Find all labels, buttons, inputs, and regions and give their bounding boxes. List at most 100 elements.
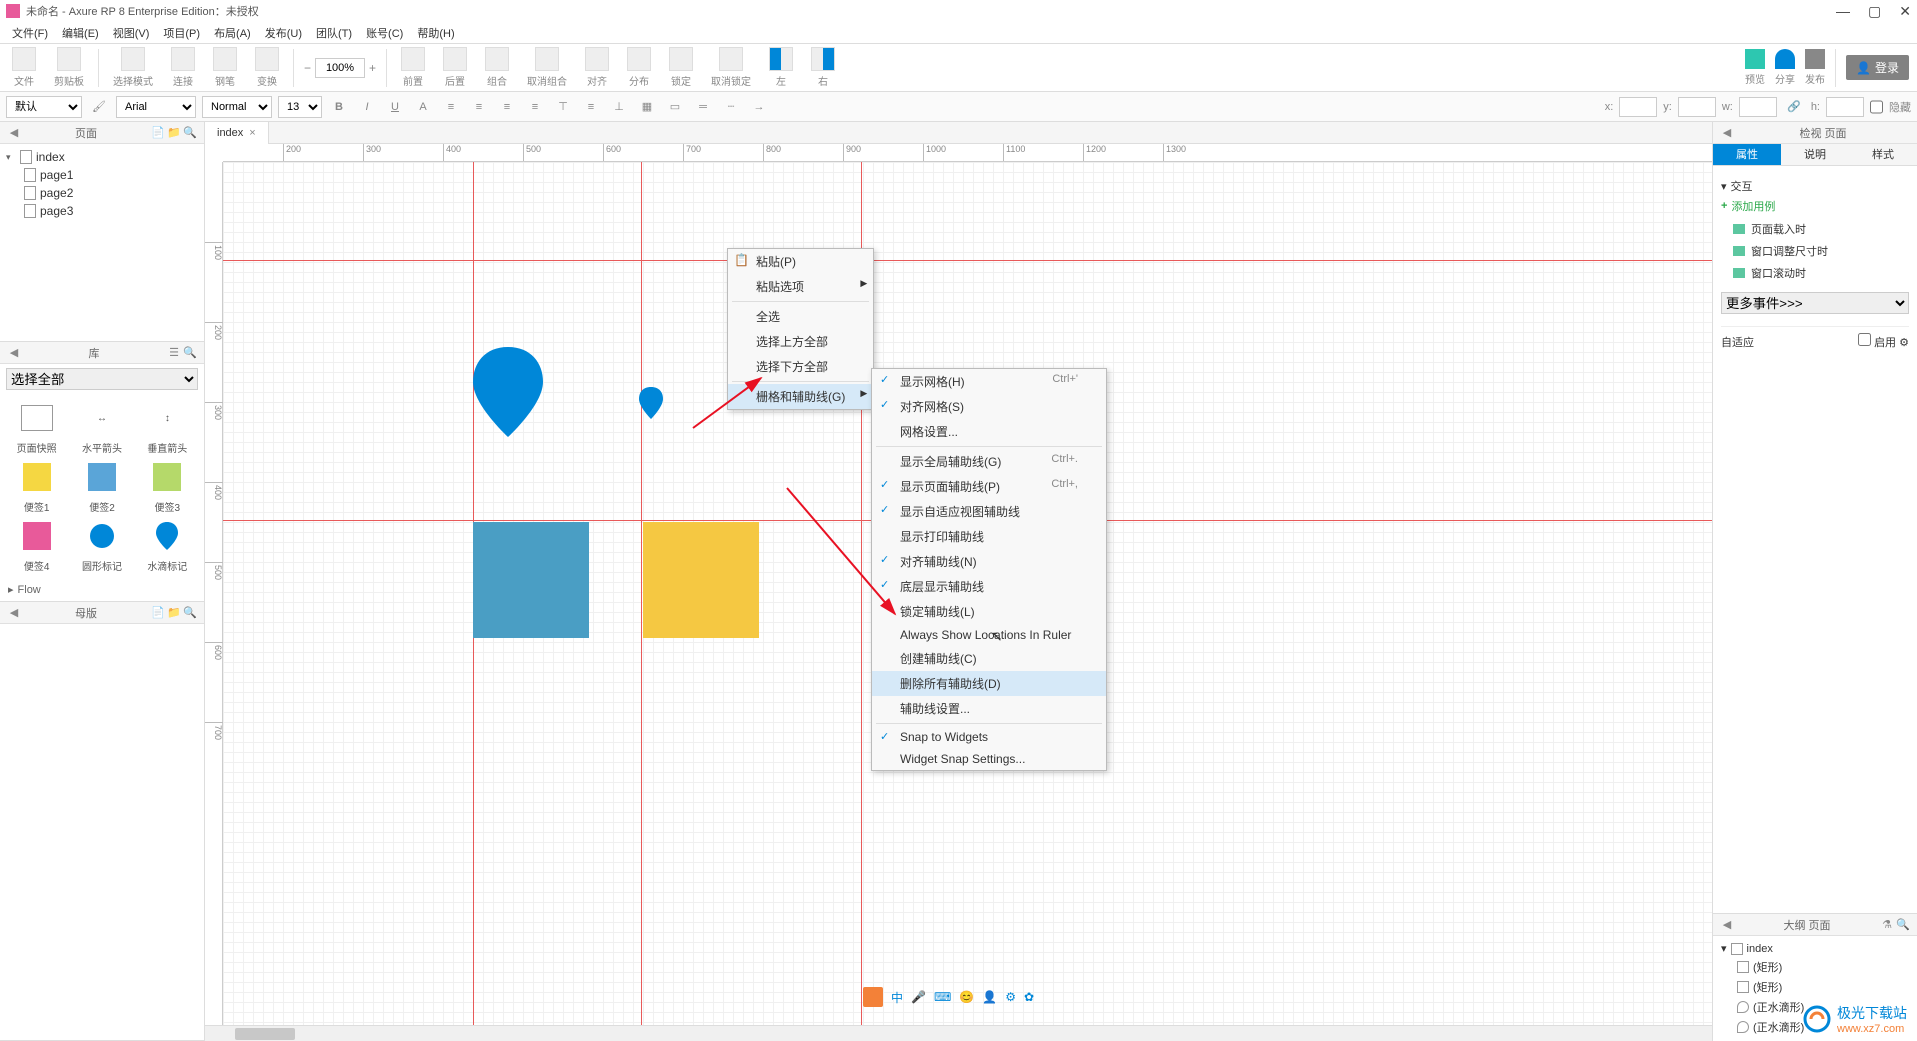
tool-left[interactable]: 左 [765, 47, 797, 88]
menu-item[interactable]: 创建辅助线(C) [872, 646, 1106, 671]
zoom-control[interactable]: − + [304, 58, 376, 78]
more-events-select[interactable]: 更多事件>>> [1721, 292, 1909, 314]
menu-item[interactable]: 选择下方全部 [728, 354, 873, 379]
menu-view[interactable]: 视图(V) [107, 23, 156, 43]
underline-button[interactable]: U [384, 96, 406, 118]
collapse-icon[interactable]: ◀ [6, 345, 22, 361]
collapse-icon[interactable]: ◀ [6, 605, 22, 621]
italic-button[interactable]: I [356, 96, 378, 118]
guide-vertical[interactable] [641, 162, 642, 1025]
menu-layout[interactable]: 布局(A) [208, 23, 257, 43]
library-menu-icon[interactable]: ☰ [166, 345, 182, 361]
hidden-checkbox[interactable] [1870, 96, 1883, 118]
close-button[interactable]: ✕ [1899, 3, 1911, 20]
preview-button[interactable]: 预览 [1745, 49, 1765, 86]
water-drop-shape[interactable] [473, 347, 543, 437]
font-family-select[interactable]: Arial [116, 96, 196, 118]
search-icon[interactable]: 🔍 [1895, 917, 1911, 933]
lib-sticky2[interactable]: 便签2 [71, 459, 132, 514]
library-select[interactable]: 选择全部 [6, 368, 198, 390]
page-node-page3[interactable]: page3 [0, 202, 204, 220]
align-right-button[interactable]: ≡ [524, 96, 546, 118]
tab-notes[interactable]: 说明 [1781, 144, 1849, 165]
menu-item[interactable]: ✓显示自适应视图辅助线 [872, 499, 1106, 524]
canvas[interactable]: 📋粘贴(P)粘贴选项▶全选选择上方全部选择下方全部栅格和辅助线(G)▶ ✓显示网… [223, 162, 1712, 1025]
flow-section[interactable]: ▸Flow [0, 579, 204, 600]
bold-button[interactable]: B [328, 96, 350, 118]
outline-item[interactable]: (矩形) [1721, 977, 1909, 997]
tool-back[interactable]: 后置 [439, 47, 471, 88]
page-node-page1[interactable]: page1 [0, 166, 204, 184]
valign-top-button[interactable]: ⊤ [552, 96, 574, 118]
line-style-button[interactable]: ┄ [720, 96, 742, 118]
format-paint-icon[interactable]: 🖌 [88, 96, 110, 118]
tool-transform[interactable]: 变换 [251, 47, 283, 88]
event-window-resize[interactable]: 窗口调整尺寸时 [1721, 240, 1909, 262]
menu-item[interactable]: 📋粘贴(P) [728, 249, 873, 274]
menu-item[interactable]: 辅助线设置... [872, 696, 1106, 721]
tool-pen[interactable]: 钢笔 [209, 47, 241, 88]
fill-color-button[interactable]: ▦ [636, 96, 658, 118]
search-icon[interactable]: 🔍 [182, 605, 198, 621]
tool-group[interactable]: 组合 [481, 47, 513, 88]
minimize-button[interactable]: — [1836, 3, 1850, 20]
menu-item[interactable]: 删除所有辅助线(D) [872, 671, 1106, 696]
font-color-button[interactable]: A [412, 96, 434, 118]
water-drop-shape-small[interactable] [639, 387, 663, 419]
menu-item[interactable]: ✓显示页面辅助线(P)Ctrl+, [872, 474, 1106, 499]
bullets-button[interactable]: ≡ [440, 96, 462, 118]
tool-connect[interactable]: 连接 [167, 47, 199, 88]
x-input[interactable] [1619, 97, 1657, 117]
lib-sticky1[interactable]: 便签1 [6, 459, 67, 514]
tool-front[interactable]: 前置 [397, 47, 429, 88]
valign-bottom-button[interactable]: ⊥ [608, 96, 630, 118]
share-button[interactable]: 分享 [1775, 49, 1795, 86]
tab-index[interactable]: index× [205, 122, 269, 144]
collapse-icon[interactable]: ◀ [1719, 917, 1735, 933]
h-input[interactable] [1826, 97, 1864, 117]
menu-item[interactable]: ✓显示网格(H)Ctrl+' [872, 369, 1106, 394]
rectangle-yellow[interactable] [643, 522, 759, 638]
collapse-icon[interactable]: ◀ [6, 125, 22, 141]
menu-edit[interactable]: 编辑(E) [56, 23, 105, 43]
outline-item[interactable]: (矩形) [1721, 957, 1909, 977]
tool-right[interactable]: 右 [807, 47, 839, 88]
lib-circle-marker[interactable]: 圆形标记 [71, 518, 132, 573]
tool-lock[interactable]: 锁定 [665, 47, 697, 88]
add-folder-icon[interactable]: 📁 [166, 125, 182, 141]
enable-adaptive-checkbox[interactable] [1858, 333, 1871, 346]
tool-unlock[interactable]: 取消锁定 [707, 47, 755, 88]
tool-select[interactable]: 选择模式 [109, 47, 157, 88]
event-window-scroll[interactable]: 窗口滚动时 [1721, 262, 1909, 284]
lib-sticky4[interactable]: 便签4 [6, 518, 67, 573]
lock-aspect-icon[interactable]: 🔗 [1783, 96, 1805, 118]
ruler-vertical[interactable]: 100200300400500600700 [205, 162, 223, 1025]
adaptive-settings-icon[interactable]: ⚙ [1899, 337, 1909, 349]
add-folder-icon[interactable]: 📁 [166, 605, 182, 621]
tab-properties[interactable]: 属性 [1713, 144, 1781, 165]
page-node-index[interactable]: ▾index [0, 148, 204, 166]
zoom-input[interactable] [315, 58, 365, 78]
font-weight-select[interactable]: Normal [202, 96, 272, 118]
search-icon[interactable]: 🔍 [182, 345, 198, 361]
horizontal-scrollbar[interactable] [205, 1025, 1712, 1041]
add-master-icon[interactable]: 📄 [150, 605, 166, 621]
menu-item[interactable]: 网格设置... [872, 419, 1106, 444]
menu-item[interactable]: ✓底层显示辅助线 [872, 574, 1106, 599]
tool-clipboard[interactable]: 剪贴板 [50, 47, 88, 88]
menu-item[interactable]: ✓对齐辅助线(N) [872, 549, 1106, 574]
menu-item[interactable]: Always Show Locations In Ruler [872, 624, 1106, 646]
search-icon[interactable]: 🔍 [182, 125, 198, 141]
align-left-button[interactable]: ≡ [468, 96, 490, 118]
ruler-horizontal[interactable]: 2003004005006007008009001000110012001300 [223, 144, 1712, 162]
tool-align[interactable]: 对齐 [581, 47, 613, 88]
menu-item[interactable]: 栅格和辅助线(G)▶ [728, 384, 873, 409]
guide-horizontal[interactable] [223, 260, 1712, 261]
lib-drop-marker[interactable]: 水滴标记 [137, 518, 198, 573]
tool-file[interactable]: 文件 [8, 47, 40, 88]
page-node-page2[interactable]: page2 [0, 184, 204, 202]
lib-arrow-h[interactable]: ↔水平箭头 [71, 400, 132, 455]
collapse-icon[interactable]: ◀ [1719, 125, 1735, 141]
outline-root[interactable]: ▾index [1721, 940, 1909, 957]
menu-item[interactable]: 锁定辅助线(L) [872, 599, 1106, 624]
